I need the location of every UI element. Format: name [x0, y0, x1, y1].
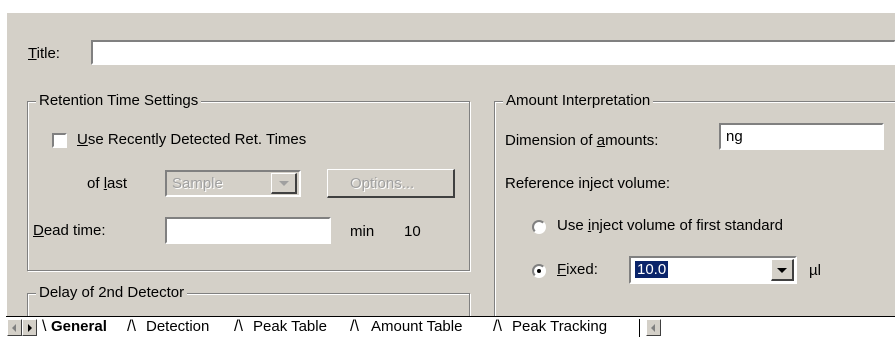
fixed-volume-value[interactable]: 10.0 — [635, 261, 669, 278]
fixed-label[interactable]: Fixed: — [557, 261, 598, 278]
general-tab-panel: Title: Retention Time Settings Use Recen… — [6, 12, 895, 334]
arrow-right-icon — [28, 324, 32, 332]
tab-divider: /\ — [234, 318, 243, 335]
of-last-label: of last — [87, 175, 128, 192]
reference-inject-label: Reference inject volume: — [505, 175, 671, 192]
arrow-left-icon — [12, 324, 16, 332]
tab-divider: /\ — [493, 318, 502, 335]
dead-time-input[interactable] — [165, 217, 331, 244]
chevron-down-icon — [777, 267, 787, 273]
horizontal-scroll-left-button[interactable] — [646, 319, 661, 336]
tab-divider: \ — [42, 318, 47, 335]
tab-end-line — [639, 319, 640, 337]
dimension-input[interactable]: ng — [719, 123, 884, 150]
fixed-radio[interactable] — [532, 264, 546, 278]
chevron-down-icon — [278, 181, 289, 186]
dead-time-unit: min — [350, 223, 375, 240]
fixed-volume-combo[interactable]: 10.0 — [629, 256, 797, 284]
dialog-window: Title: Retention Time Settings Use Recen… — [0, 0, 895, 347]
radio-selected-dot — [537, 269, 541, 273]
retention-group-title: Retention Time Settings — [36, 92, 202, 109]
tab-divider: /\ — [127, 318, 136, 335]
dimension-value: ng — [726, 128, 743, 145]
delay-group-title: Delay of 2nd Detector — [36, 284, 188, 301]
options-button[interactable]: Options... — [327, 169, 455, 198]
dead-time-label: Dead time: — [33, 222, 106, 239]
first-standard-radio[interactable] — [532, 220, 546, 234]
tab-general[interactable]: General — [51, 316, 107, 338]
amount-group-title: Amount Interpretation — [503, 92, 654, 109]
sample-select-value: Sample — [172, 175, 223, 192]
tab-divider: /\ — [350, 318, 359, 335]
tab-amount-table[interactable]: Amount Table — [371, 316, 462, 338]
dimension-label: Dimension of amounts: — [505, 132, 659, 149]
tab-strip: \ General /\ Detection /\ Peak Table /\ … — [6, 316, 895, 340]
dead-time-extra-value: 10 — [404, 223, 421, 240]
options-button-label: Options... — [350, 175, 415, 192]
title-label: Title: — [28, 45, 60, 62]
tab-scroll-right-button[interactable] — [22, 319, 37, 336]
fixed-volume-dropdown-button[interactable] — [771, 259, 794, 281]
title-input[interactable] — [91, 40, 895, 65]
sample-select[interactable]: Sample — [165, 170, 301, 197]
tab-detection[interactable]: Detection — [146, 316, 209, 338]
use-recent-label[interactable]: Use Recently Detected Ret. Times — [77, 131, 306, 148]
tab-peak-table[interactable]: Peak Table — [253, 316, 327, 338]
tab-scroll-left-button[interactable] — [7, 319, 22, 336]
tab-peak-tracking[interactable]: Peak Tracking — [512, 316, 607, 338]
sample-dropdown-button[interactable] — [271, 173, 297, 194]
use-recent-checkbox[interactable] — [52, 133, 67, 148]
fixed-volume-unit: µl — [809, 262, 821, 279]
arrow-left-icon — [651, 324, 655, 332]
first-standard-label[interactable]: Use inject volume of first standard — [557, 217, 783, 234]
